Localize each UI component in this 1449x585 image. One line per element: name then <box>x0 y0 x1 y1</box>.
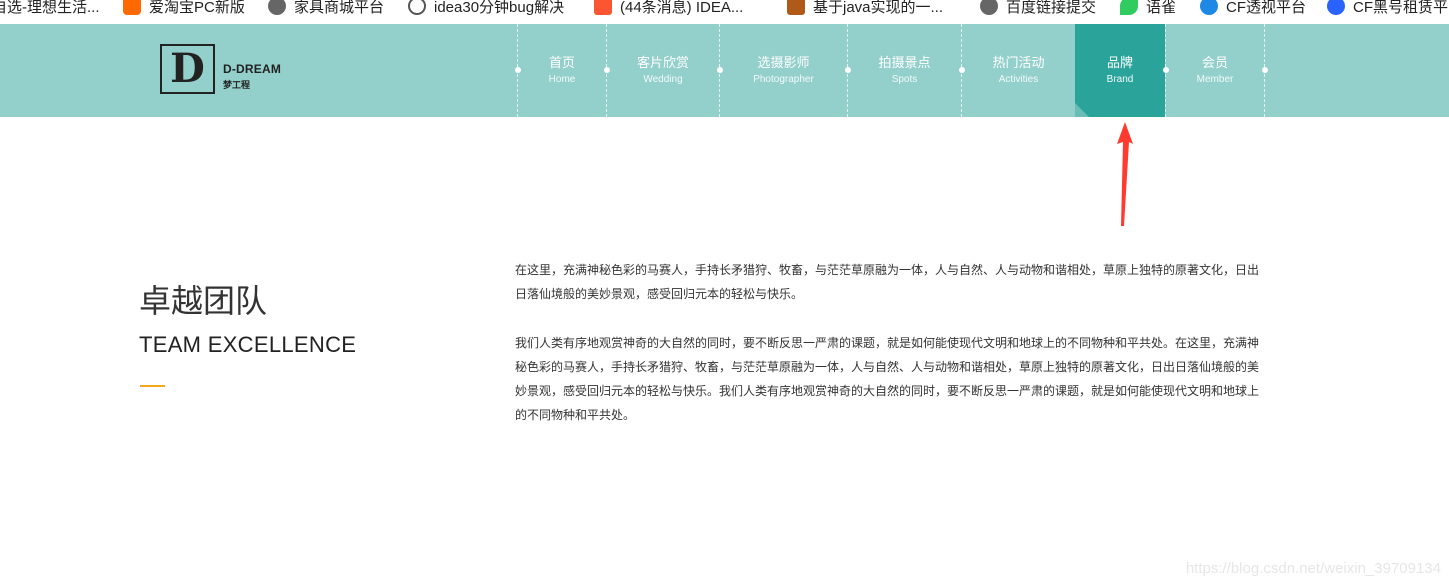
b-icon <box>787 0 805 15</box>
annotation-arrow-icon <box>1117 122 1133 226</box>
logo-mark: D <box>160 44 215 94</box>
logo-name-cn: 梦工程 <box>223 79 251 90</box>
nav-label-cn: 首页 <box>548 54 575 70</box>
nav-item-activities[interactable]: 热门活动 Activities <box>958 24 1075 117</box>
bookmarks-bar: 自选-理想生活... 爱淘宝PC新版 家具商城平台 idea30分钟bug解决 … <box>0 0 1449 24</box>
logo-text: D-DREAM 梦工程 <box>223 62 281 91</box>
nav-item-home[interactable]: 首页 Home <box>514 24 606 117</box>
nav-divider-dot <box>716 67 723 73</box>
globe-icon <box>980 0 998 15</box>
intro-paragraph: 在这里，充满神秘色彩的马赛人，手持长矛猎狩、牧畜，与茫茫草原融为一体，人与自然、… <box>515 263 1260 301</box>
bookmark-label: idea30分钟bug解决 <box>434 0 565 16</box>
taobao-icon <box>123 0 141 15</box>
nav-label-en: Brand <box>1106 73 1134 85</box>
title-accent-line <box>140 385 165 387</box>
bookmark-label: CF黑号租赁平 <box>1353 0 1448 16</box>
bookmark-label: CF透视平台 <box>1226 0 1306 16</box>
bookmark-label: 语雀 <box>1146 0 1177 16</box>
body-paragraph: 我们人类有序地观赏神奇的大自然的同时，要不断反思一严肃的课题，就是如何能使现代文… <box>515 336 1260 422</box>
bookmark-label: 百度链接提交 <box>1006 0 1097 16</box>
bookmark-item[interactable]: 语雀 <box>1120 0 1176 18</box>
bookmark-label: 基于java实现的一... <box>813 0 944 16</box>
watermark: https://blog.csdn.net/weixin_39709134 <box>1185 560 1441 577</box>
bookmark-item[interactable]: 基于java实现的一... <box>787 0 943 18</box>
nav-item-member[interactable]: 会员 Member <box>1162 24 1268 117</box>
bookmark-label: 家具商城平台 <box>294 0 385 16</box>
nav-label-cn: 热门活动 <box>992 54 1045 70</box>
nav-item-photographer[interactable]: 选摄影师 Photographer <box>716 24 847 117</box>
nav-label-en: Member <box>1196 73 1234 85</box>
bookmark-item[interactable]: (44条消息) IDEA... <box>594 0 743 18</box>
nav-label-cn: 会员 <box>1201 54 1228 70</box>
bookmark-label: (44条消息) IDEA... <box>620 0 744 16</box>
bookmark-label: 爱淘宝PC新版 <box>149 0 245 16</box>
nav-divider-dot <box>1162 67 1169 73</box>
nav-item-wedding[interactable]: 客片欣赏 Wedding <box>603 24 719 117</box>
section-title-cn: 卓越团队 <box>139 282 268 320</box>
cf-icon <box>1327 0 1345 15</box>
nav-divider-dot <box>958 67 965 73</box>
logo-name-en: D-DREAM <box>223 61 282 76</box>
bookmark-label: 自选-理想生活... <box>0 0 100 16</box>
nav-divider-dot <box>603 67 610 73</box>
section-title-en: TEAM EXCELLENCE <box>139 332 357 357</box>
globe-icon <box>268 0 286 15</box>
bookmark-item[interactable]: CF黑号租赁平 <box>1327 0 1448 18</box>
csdn-icon <box>594 0 612 15</box>
nav-label-en: Photographer <box>753 73 814 85</box>
nav-label-cn: 拍摄景点 <box>878 54 931 70</box>
nav-divider-dot <box>514 67 521 73</box>
nav-label-en: Home <box>548 73 576 85</box>
bookmark-item[interactable]: 家具商城平台 <box>268 0 384 18</box>
nav-label-cn: 品牌 <box>1106 54 1133 70</box>
nav-item-brand[interactable]: 品牌 Brand <box>1075 24 1165 117</box>
nav-divider-dot <box>844 67 851 73</box>
bookmark-item[interactable]: 百度链接提交 <box>980 0 1096 18</box>
bookmark-item[interactable]: idea30分钟bug解决 <box>408 0 564 18</box>
nav-divider-dot <box>1261 67 1268 73</box>
cf-icon <box>1200 0 1218 15</box>
search-icon <box>408 0 426 15</box>
nav-label-en: Spots <box>891 73 918 85</box>
bookmark-item[interactable]: CF透视平台 <box>1200 0 1306 18</box>
nav-label-cn: 选摄影师 <box>757 54 810 70</box>
nav-label-en: Wedding <box>643 73 683 85</box>
nav-label-cn: 客片欣赏 <box>636 54 689 70</box>
bookmark-item[interactable]: 爱淘宝PC新版 <box>123 0 245 18</box>
site-header: D D-DREAM 梦工程 首页 Home 客片欣赏 Wedding 选摄影师 … <box>0 24 1449 117</box>
site-logo[interactable]: D D-DREAM 梦工程 <box>160 44 281 94</box>
main-nav: 首页 Home 客片欣赏 Wedding 选摄影师 Photographer 拍… <box>514 24 1268 117</box>
yuque-icon <box>1120 0 1138 15</box>
nav-item-spots[interactable]: 拍摄景点 Spots <box>844 24 961 117</box>
bookmark-item[interactable]: 自选-理想生活... <box>0 0 100 18</box>
nav-label-en: Activities <box>998 73 1039 85</box>
